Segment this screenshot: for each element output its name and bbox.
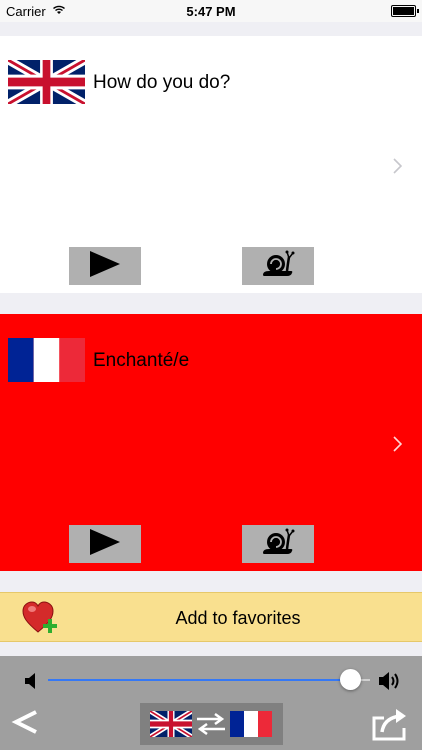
chevron-right-icon[interactable] <box>392 154 403 180</box>
add-to-favorites-label: Add to favorites <box>175 608 301 628</box>
snail-icon <box>261 527 295 562</box>
uk-flag-icon <box>8 60 85 104</box>
uk-flag-icon <box>149 708 193 740</box>
back-icon <box>10 710 40 744</box>
france-flag-icon <box>8 338 85 382</box>
add-to-favorites-button[interactable]: Add to favorites <box>0 592 422 642</box>
volume-high-icon <box>378 670 404 697</box>
back-button[interactable] <box>10 704 40 742</box>
source-phrase-text: How do you do? <box>93 72 231 93</box>
status-bar: Carrier 5:47 PM <box>0 0 422 22</box>
slow-play-target-button[interactable] <box>242 525 314 563</box>
volume-slider-fill[interactable] <box>48 679 350 681</box>
share-button[interactable] <box>370 706 410 742</box>
play-icon <box>89 528 121 561</box>
player-toolbar <box>0 656 422 750</box>
battery-icon <box>391 5 419 17</box>
swap-languages-button[interactable] <box>140 703 283 745</box>
chevron-right-icon[interactable] <box>392 432 403 458</box>
slow-play-source-button[interactable] <box>242 247 314 285</box>
clock: 5:47 PM <box>186 4 236 19</box>
volume-slider-thumb[interactable] <box>340 669 361 690</box>
play-icon <box>89 250 121 283</box>
swap-icon <box>195 712 227 740</box>
france-flag-icon <box>230 711 272 737</box>
target-phrase-card[interactable]: Enchanté/e <box>0 314 422 571</box>
volume-low-icon <box>24 672 38 695</box>
share-icon <box>370 709 410 746</box>
play-target-button[interactable] <box>69 525 141 563</box>
snail-icon <box>261 249 295 284</box>
play-source-button[interactable] <box>69 247 141 285</box>
source-phrase-card[interactable]: How do you do? <box>0 36 422 293</box>
target-phrase-text: Enchanté/e <box>93 350 190 371</box>
